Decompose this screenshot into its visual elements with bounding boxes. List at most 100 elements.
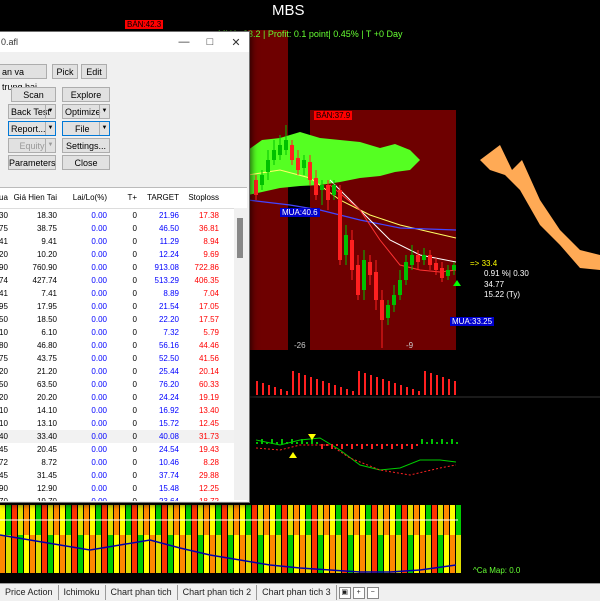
tab-ichimoku[interactable]: Ichimoku (59, 585, 106, 600)
col-header[interactable]: TARGET (137, 188, 179, 208)
volume-bar (370, 375, 372, 395)
volume-bar (304, 375, 306, 395)
table-row[interactable]: 20 21.20 0.00 0 25.44 20.14 (0, 365, 247, 378)
dropdown-arrow-icon[interactable]: ▼ (99, 122, 109, 135)
table-row[interactable]: 45 20.45 0.00 0 24.54 19.43 (0, 443, 247, 456)
tab-chart-phan-tich[interactable]: Chart phan tich (106, 585, 178, 600)
candle-body (368, 262, 372, 275)
osc-bar (296, 442, 298, 444)
candle-body (422, 255, 426, 260)
table-row[interactable]: 72 8.72 0.00 0 10.46 8.28 (0, 456, 247, 469)
scroll-thumb[interactable] (237, 218, 243, 258)
table-body: 3018.300.00021.9617.387538.750.00046.503… (0, 209, 247, 501)
settings-button[interactable]: Settings... (62, 138, 110, 153)
optimize-button[interactable]: Optimize ▼ (62, 104, 110, 119)
heat-bar (240, 535, 245, 573)
table-row[interactable]: 41 9.41 0.00 0 11.29 8.94 (0, 235, 247, 248)
table-row[interactable]: 40 33.40 0.00 0 40.08 31.73 (0, 430, 247, 443)
table-cell: 17.95 (36, 302, 57, 311)
table-row[interactable]: 10 13.10 0.00 0 15.72 12.45 (0, 417, 247, 430)
table-row[interactable]: 50 63.50 0.00 0 76.20 60.33 (0, 378, 247, 391)
table-cell: 0 (132, 419, 137, 428)
heat-bar (312, 535, 317, 573)
table-row[interactable]: 75 43.75 0.00 0 52.50 41.56 (0, 352, 247, 365)
pick-button[interactable]: Pick (52, 64, 78, 79)
table-row[interactable]: 90 760.90 0.00 0 913.08 722.86 (0, 261, 247, 274)
table-scrollbar[interactable] (234, 208, 247, 500)
volume-bar (268, 385, 270, 395)
table-cell: 20 (0, 250, 8, 259)
heat-bar (264, 535, 269, 573)
add-tab-icon[interactable]: + (352, 586, 365, 599)
heat-bar (348, 535, 353, 573)
table-row[interactable]: 10 6.10 0.00 0 7.32 5.79 (0, 326, 247, 339)
explore-button[interactable]: Explore (62, 87, 110, 102)
heat-bar (270, 535, 275, 573)
remove-tab-icon[interactable]: − (366, 586, 379, 599)
heat-bar (156, 535, 161, 573)
candle-body (290, 145, 294, 160)
col-header[interactable]: Giá Hien Tai (13, 188, 57, 208)
apply-to-select[interactable]: an va trung hai (0, 64, 47, 92)
table-cell: 913.08 (154, 263, 179, 272)
table-row[interactable]: 45 31.45 0.00 0 37.74 29.88 (0, 469, 247, 482)
maximize-icon[interactable]: □ (197, 36, 223, 48)
scan-button[interactable]: Scan (11, 87, 56, 102)
table-row[interactable]: 50 18.50 0.00 0 22.20 17.57 (0, 313, 247, 326)
table-row[interactable]: 20 20.20 0.00 0 24.24 19.19 (0, 391, 247, 404)
dropdown-arrow-icon: ▼ (45, 139, 55, 152)
table-cell: 12.24 (158, 250, 179, 259)
edit-button[interactable]: Edit (81, 64, 107, 79)
volume-bar (316, 379, 318, 395)
col-header[interactable]: ua (0, 188, 13, 208)
table-row[interactable]: 10 14.10 0.00 0 16.92 13.40 (0, 404, 247, 417)
file-button[interactable]: File ▼ (62, 121, 110, 136)
dropdown-arrow-icon[interactable]: ▼ (45, 105, 55, 118)
close-icon[interactable]: ✕ (223, 36, 249, 49)
dropdown-arrow-icon[interactable]: ▼ (99, 105, 109, 118)
table-cell: 0 (132, 380, 137, 389)
col-header[interactable]: T+ (107, 188, 137, 208)
table-cell: 0.00 (91, 393, 107, 402)
osc-bar (336, 444, 338, 446)
osc-bar (341, 444, 343, 449)
parameters-button[interactable]: Parameters (8, 155, 56, 170)
candle-body (434, 263, 438, 270)
heat-bar (90, 535, 95, 573)
table-cell: 0.00 (91, 263, 107, 272)
table-cell: 8.28 (203, 458, 219, 467)
dropdown-arrow-icon[interactable]: ▼ (45, 122, 55, 135)
tab-chart-phan-tich-3[interactable]: Chart phan tich 3 (257, 585, 337, 600)
lock-icon[interactable]: ▣ (338, 586, 351, 599)
tab-chart-phan-tich-2[interactable]: Chart phan tich 2 (178, 585, 258, 600)
tab-price-action[interactable]: Price Action (0, 585, 59, 600)
table-row[interactable]: 30 18.30 0.00 0 21.96 17.38 (0, 209, 247, 222)
table-row[interactable]: 95 17.95 0.00 0 21.54 17.05 (0, 300, 247, 313)
osc-bar (326, 444, 328, 446)
results-table[interactable]: ua Giá Hien Tai Lai/Lo(%) T+ TARGET Stop… (0, 187, 247, 501)
table-row[interactable]: 90 12.90 0.00 0 15.48 12.25 (0, 482, 247, 495)
table-row[interactable]: 75 38.75 0.00 0 46.50 36.81 (0, 222, 247, 235)
table-cell: 0 (132, 276, 137, 285)
table-row[interactable]: 41 7.41 0.00 0 8.89 7.04 (0, 287, 247, 300)
table-row[interactable]: 20 10.20 0.00 0 12.24 9.69 (0, 248, 247, 261)
candle-body (266, 160, 270, 172)
table-cell: 0 (132, 341, 137, 350)
backtest-button[interactable]: Back Test ▼ (8, 104, 56, 119)
analysis-dialog[interactable]: 0.afl — □ ✕ an va trung hai Pick Edit Sc… (0, 31, 250, 503)
table-row[interactable]: 74 427.74 0.00 0 513.29 406.35 (0, 274, 247, 287)
col-header[interactable]: Lai/Lo(%) (57, 188, 107, 208)
table-row[interactable]: 80 46.80 0.00 0 56.16 44.46 (0, 339, 247, 352)
ichimoku-cloud-orange (480, 145, 600, 270)
col-header[interactable]: Stoploss (179, 188, 219, 208)
close-button[interactable]: Close (62, 155, 110, 170)
table-cell: 41 (0, 289, 8, 298)
table-row[interactable]: 7019.700.00023.6418.72 (0, 495, 247, 501)
sell-label-mid: BÁN:37.9 (314, 111, 353, 120)
heat-bar (450, 535, 455, 573)
minimize-icon[interactable]: — (171, 36, 197, 48)
report-button[interactable]: Report... ▼ (8, 121, 56, 136)
volume-bar (454, 381, 456, 395)
dialog-titlebar[interactable]: 0.afl — □ ✕ (0, 32, 249, 52)
table-cell: 30 (0, 211, 8, 220)
